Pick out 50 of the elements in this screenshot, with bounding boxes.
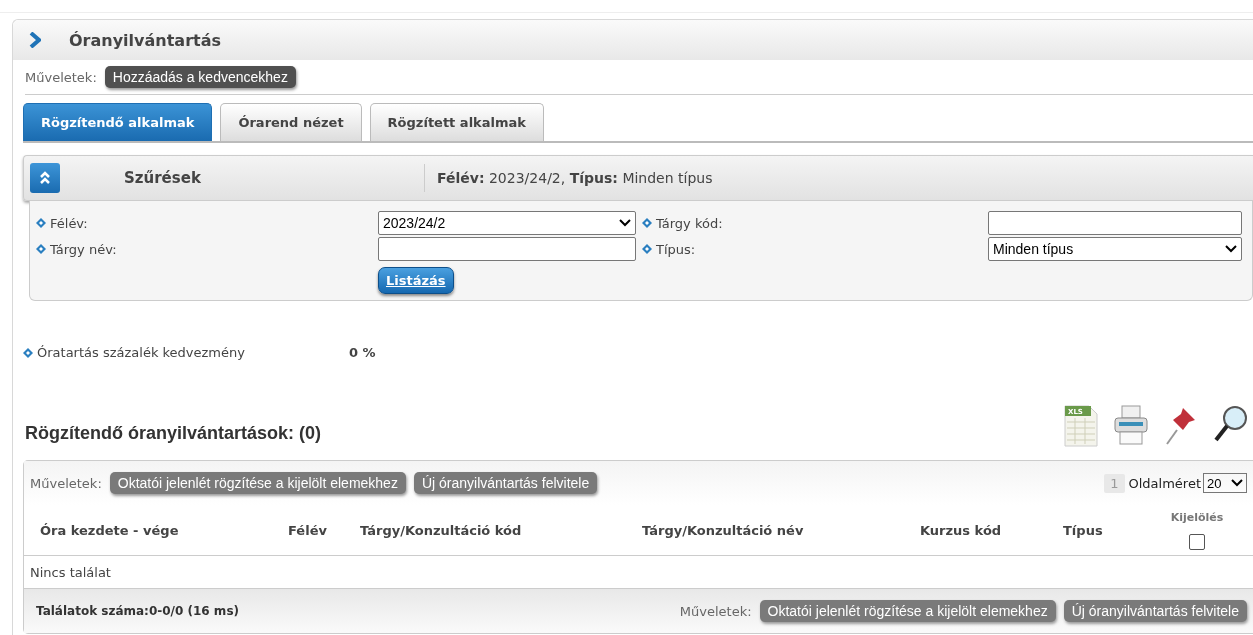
discount-value: 0 % — [348, 345, 376, 360]
field-label: Félév: — [36, 215, 372, 231]
favorites-button[interactable]: Hozzáadás a kedvencekhez — [104, 66, 296, 88]
select-all-checkbox[interactable] — [1189, 533, 1205, 550]
actions-label: Műveletek: — [679, 603, 752, 619]
bullet-icon — [36, 218, 46, 228]
chevron-icon — [29, 32, 41, 48]
filter-summary: Félév: 2023/24/2, Típus: Minden típus — [424, 164, 713, 192]
tab[interactable]: Rögzítendő alkalmak — [23, 103, 213, 141]
double-chevron-icon — [39, 171, 51, 185]
field-label: Tárgy név: — [36, 241, 372, 257]
page-size-label: Oldalméret — [1128, 475, 1201, 491]
empty-message: Nincs találat — [30, 564, 111, 580]
action-button[interactable]: Új óranyilvántartás felvitele — [1063, 600, 1247, 622]
page-title: Óranyilvántartás — [69, 30, 221, 50]
column-header[interactable]: Típus — [1063, 522, 1103, 538]
printer-icon[interactable] — [1113, 404, 1149, 448]
tab[interactable]: Rögzített alkalmak — [369, 103, 544, 141]
column-header[interactable]: Tárgy/Konzultáció kód — [360, 522, 522, 538]
action-button[interactable]: Új óranyilvántartás felvitele — [413, 472, 598, 494]
action-button[interactable]: Oktatói jelenlét rögzítése a kijelölt elemekhez — [759, 600, 1056, 622]
bullet-icon — [36, 244, 46, 254]
caret-icon — [1225, 245, 1237, 253]
select-field[interactable]: 2023/24/2 — [378, 211, 636, 235]
input-field[interactable] — [378, 237, 636, 261]
tab[interactable]: Órarend nézet — [220, 103, 362, 141]
caret-icon — [1231, 479, 1243, 487]
column-header[interactable]: Kurzus kód — [920, 522, 1002, 538]
page-size-select[interactable]: 20 — [1203, 473, 1247, 493]
bullet-icon — [642, 218, 652, 228]
select-field[interactable]: Minden típus — [988, 237, 1242, 261]
action-button[interactable]: Oktatói jelenlét rögzítése a kijelölt elemekhez — [109, 472, 406, 494]
column-header[interactable]: Óra kezdete - vége — [40, 522, 179, 538]
list-button[interactable]: Listázás — [378, 267, 454, 294]
actions-label: Műveletek: — [25, 69, 97, 85]
column-header[interactable]: Félév — [288, 522, 327, 538]
column-header[interactable]: Tárgy/Konzultáció név — [642, 522, 804, 538]
caret-icon — [619, 219, 631, 227]
field-label: Típus: — [642, 241, 982, 257]
list-title: Rögzítendő óranyilvántartások: (0) — [25, 422, 322, 444]
input-field[interactable] — [988, 211, 1242, 235]
actions-label: Műveletek: — [30, 475, 102, 491]
collapse-button[interactable] — [30, 163, 60, 193]
filter-title: Szűrések — [123, 169, 202, 187]
discount-label: Óratartás százalék kedvezmény — [23, 345, 245, 360]
bullet-icon — [23, 347, 33, 358]
select-column-header: Kijelölés — [1170, 510, 1224, 524]
result-count: Találatok száma:0-0/0 (16 ms) — [36, 604, 239, 618]
bullet-icon — [642, 244, 652, 254]
field-label: Tárgy kód: — [642, 215, 982, 231]
